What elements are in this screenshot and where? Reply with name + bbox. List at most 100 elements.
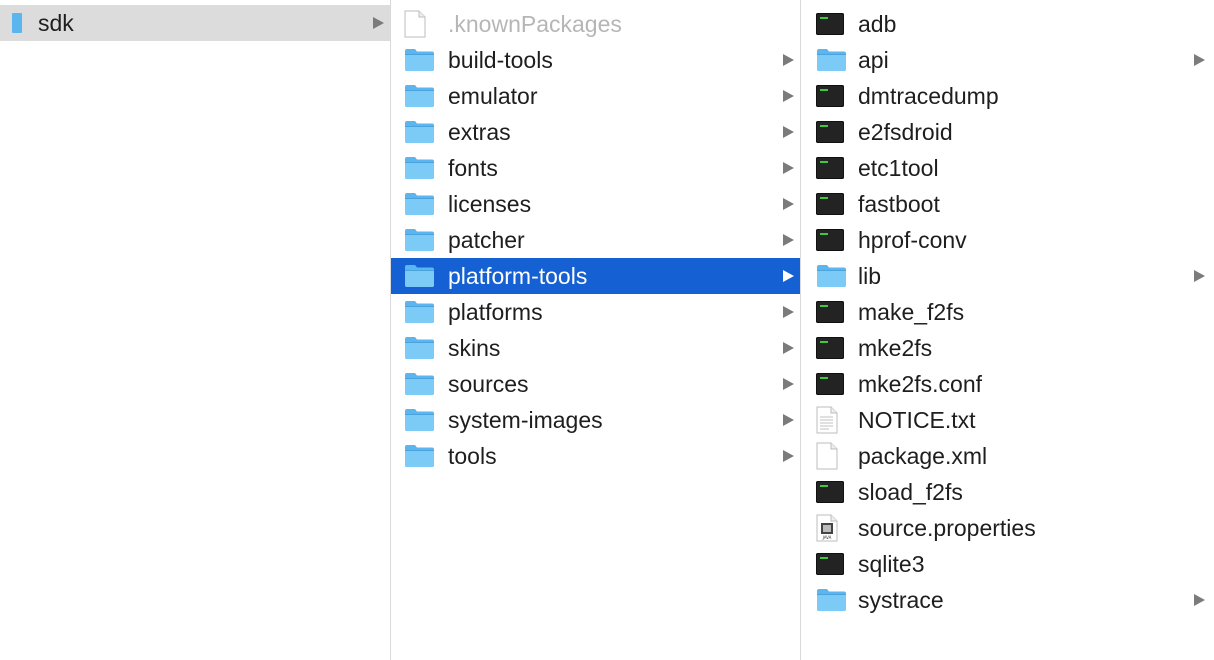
terminal-icon [816,85,844,107]
terminal-icon [816,481,844,503]
item-label: .knownPackages [448,11,622,37]
list-item-mke2fs-conf[interactable]: mke2fs.conf [801,366,1214,402]
column-sdk-parent[interactable]: sdk [0,0,391,660]
item-label: source.properties [858,515,1036,541]
terminal-icon [816,229,844,251]
list-item-fastboot[interactable]: fastboot [801,186,1214,222]
item-label: package.xml [858,443,988,469]
column-platform-tools[interactable]: adb api dmtracedump e2fsdroid etc1tool fastbo… [801,0,1214,660]
text-file-icon [816,406,838,434]
terminal-icon [816,193,844,215]
chevron-right-icon [783,378,794,390]
item-label: sload_f2fs [858,479,963,505]
item-label: fastboot [858,191,940,217]
chevron-right-icon [783,306,794,318]
item-label: patcher [448,227,525,253]
file-list: adb api dmtracedump e2fsdroid etc1tool fastbo… [801,0,1214,618]
chevron-right-icon [783,162,794,174]
file-list: .knownPackages build-tools emulator extras f… [391,0,800,474]
list-item-lib[interactable]: lib [801,258,1214,294]
list-item-platforms[interactable]: platforms [391,294,800,330]
chevron-right-icon [1194,594,1205,606]
item-label: sources [448,371,529,397]
list-item-knownpackages[interactable]: .knownPackages [391,6,800,42]
list-item-e2fsdroid[interactable]: e2fsdroid [801,114,1214,150]
list-item-extras[interactable]: extras [391,114,800,150]
list-item-etc1tool[interactable]: etc1tool [801,150,1214,186]
item-label: licenses [448,191,532,217]
list-item-tools[interactable]: tools [391,438,800,474]
item-label: emulator [448,83,538,109]
chevron-right-icon [783,90,794,102]
folder-icon [404,300,435,324]
terminal-icon [816,157,844,179]
folder-icon [404,228,435,252]
folder-icon [404,48,435,72]
svg-text:JAVA: JAVA [822,535,832,540]
folder-icon [404,84,435,108]
item-label: fonts [448,155,498,181]
list-item-source-properties[interactable]: JAVA source.properties [801,510,1214,546]
java-file-icon: JAVA [816,514,838,542]
list-item-package-xml[interactable]: package.xml [801,438,1214,474]
list-item-systrace[interactable]: systrace [801,582,1214,618]
list-item-hprof-conv[interactable]: hprof-conv [801,222,1214,258]
list-item-make-f2fs[interactable]: make_f2fs [801,294,1214,330]
list-item-system-images[interactable]: system-images [391,402,800,438]
file-list: sdk [0,0,390,41]
item-label: tools [448,443,497,469]
folder-icon [404,120,435,144]
item-label: adb [858,11,897,37]
list-item-mke2fs[interactable]: mke2fs [801,330,1214,366]
item-label: systrace [858,587,944,613]
list-item-sdk[interactable]: sdk [0,5,390,41]
item-label: build-tools [448,47,553,73]
list-item-sqlite3[interactable]: sqlite3 [801,546,1214,582]
list-item-dmtracedump[interactable]: dmtracedump [801,78,1214,114]
chevron-right-icon [783,414,794,426]
folder-icon [404,372,435,396]
list-item-build-tools[interactable]: build-tools [391,42,800,78]
list-item-adb[interactable]: adb [801,6,1214,42]
chevron-right-icon [783,270,794,282]
item-label: mke2fs [858,335,933,361]
item-label: api [858,47,889,73]
folder-icon [816,48,847,72]
list-item-skins[interactable]: skins [391,330,800,366]
item-label: extras [448,119,511,145]
item-label: e2fsdroid [858,119,953,145]
folder-icon [816,588,847,612]
item-label: platforms [448,299,543,325]
terminal-icon [816,553,844,575]
file-icon [404,10,426,38]
chevron-right-icon [783,126,794,138]
list-item-api[interactable]: api [801,42,1214,78]
list-item-notice-txt[interactable]: NOTICE.txt [801,402,1214,438]
folder-icon [404,192,435,216]
folder-icon [12,13,22,33]
folder-icon [404,336,435,360]
chevron-right-icon [373,17,384,29]
item-label: lib [858,263,882,289]
chevron-right-icon [783,54,794,66]
list-item-licenses[interactable]: licenses [391,186,800,222]
chevron-right-icon [1194,54,1205,66]
item-label: dmtracedump [858,83,999,109]
item-label: platform-tools [448,263,588,289]
folder-icon [404,156,435,180]
list-item-sload-f2fs[interactable]: sload_f2fs [801,474,1214,510]
chevron-right-icon [1194,270,1205,282]
list-item-patcher[interactable]: patcher [391,222,800,258]
chevron-right-icon [783,234,794,246]
list-item-platform-tools[interactable]: platform-tools [391,258,800,294]
item-label: system-images [448,407,603,433]
column-sdk[interactable]: .knownPackages build-tools emulator extras f… [391,0,801,660]
item-label: sdk [38,10,74,36]
item-label: skins [448,335,501,361]
item-label: make_f2fs [858,299,965,325]
folder-icon [404,264,435,288]
list-item-fonts[interactable]: fonts [391,150,800,186]
list-item-emulator[interactable]: emulator [391,78,800,114]
list-item-sources[interactable]: sources [391,366,800,402]
item-label: NOTICE.txt [858,407,976,433]
